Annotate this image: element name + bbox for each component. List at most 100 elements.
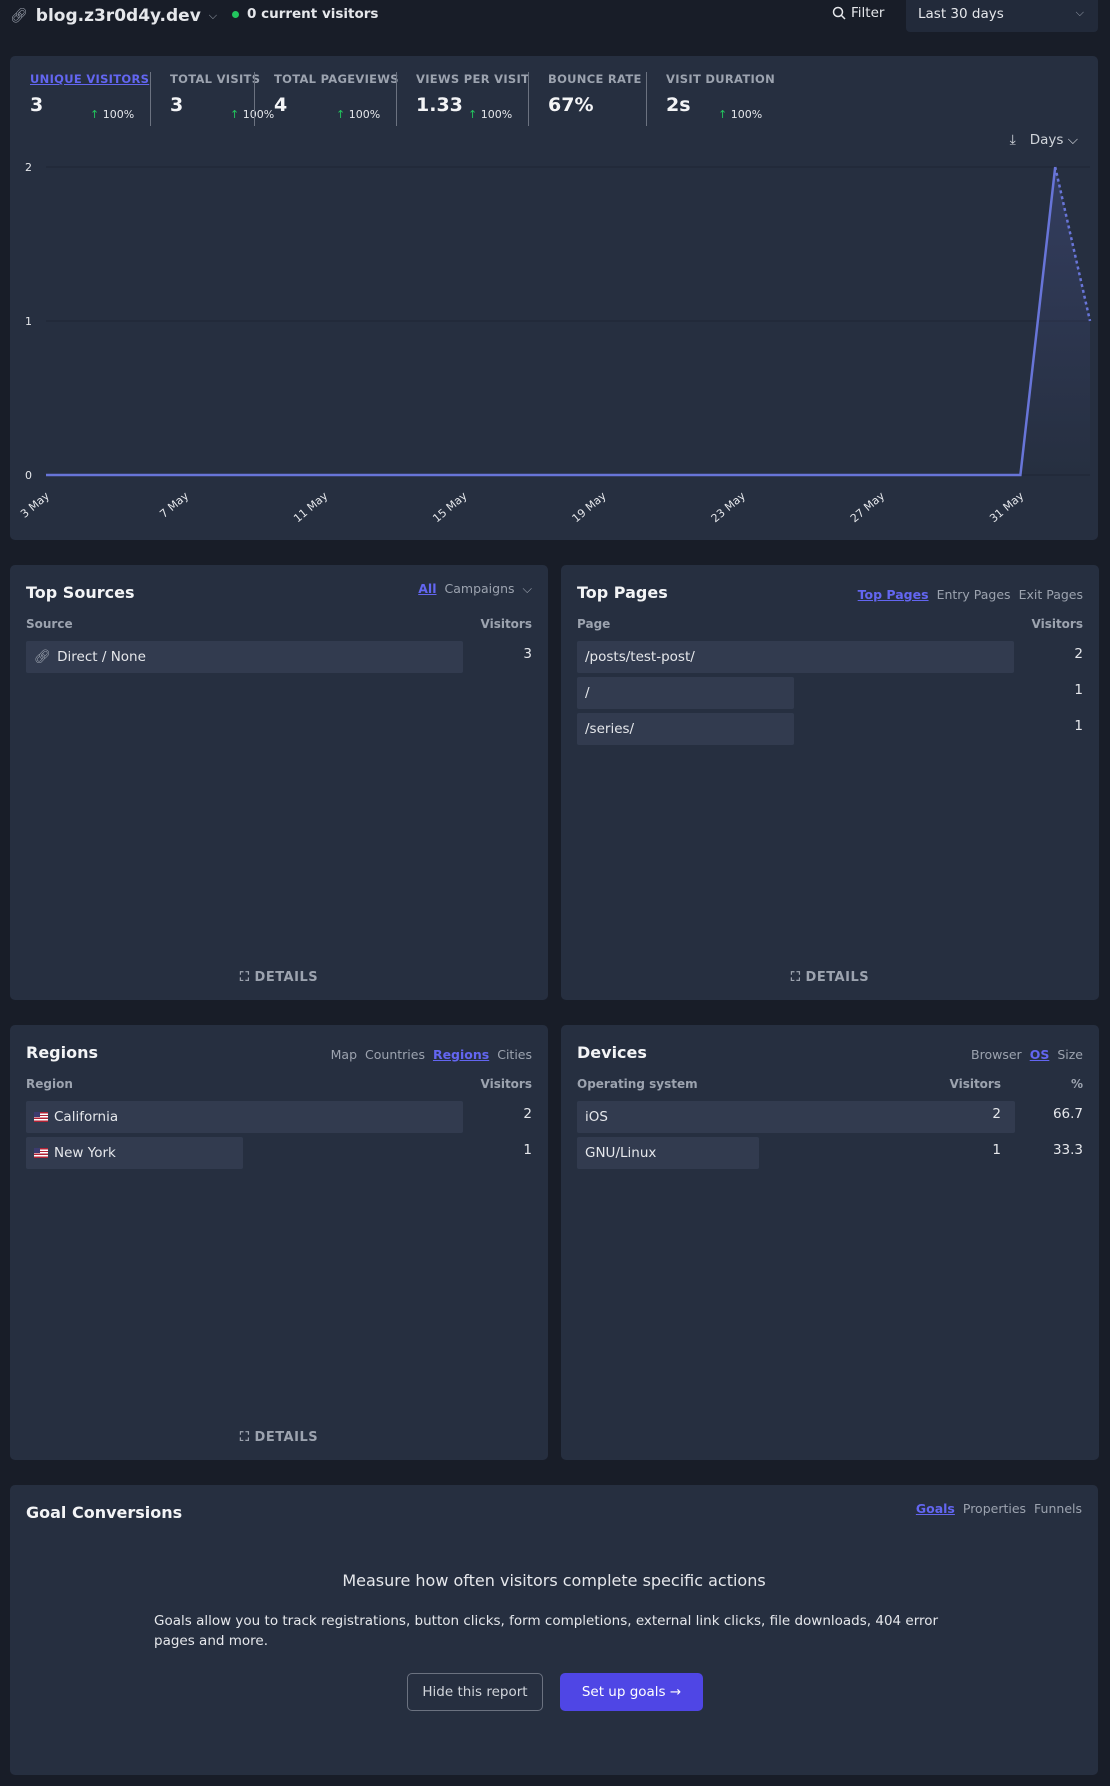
row-label: California	[34, 1109, 118, 1125]
tab-entry-pages[interactable]: Entry Pages	[937, 587, 1011, 602]
list-item[interactable]: /posts/test-post/2	[577, 641, 1083, 673]
list-item[interactable]: 🔗︎ Direct / None 3	[26, 641, 532, 673]
row-label: New York	[34, 1145, 116, 1161]
row-visitors: 2	[523, 1106, 532, 1122]
period-value: Last 30 days	[918, 6, 1004, 22]
details-button[interactable]: ⛶ DETAILS	[10, 970, 548, 985]
x-tick-label: 31 May	[987, 489, 1027, 525]
x-tick-label: 15 May	[430, 489, 470, 525]
arrow-right-icon: →	[669, 1684, 682, 1700]
filter-label: Filter	[851, 5, 885, 21]
y-tick-label: 2	[25, 161, 32, 174]
hide-report-label: Hide this report	[422, 1684, 528, 1700]
panel-title: Top Pages	[577, 583, 668, 602]
column-header: Source	[26, 617, 73, 631]
chevron-down-icon: ⌵	[208, 9, 218, 22]
list-item[interactable]: New York 1	[26, 1137, 532, 1169]
details-label: DETAILS	[805, 970, 870, 985]
link-icon: 🔗︎	[10, 8, 28, 24]
x-tick-label: 19 May	[570, 489, 610, 525]
row-label-text: /	[585, 685, 590, 701]
column-header: Page	[577, 617, 611, 631]
row-label: 🔗︎ Direct / None	[34, 649, 146, 665]
x-tick-label: 7 May	[157, 489, 191, 521]
goals-heading: Measure how often visitors complete spec…	[342, 1571, 766, 1590]
tab-regions[interactable]: Regions	[433, 1047, 489, 1062]
row-label: /posts/test-post/	[585, 649, 695, 665]
panel-tabs: All Campaigns ⌵	[418, 581, 532, 597]
tab-map[interactable]: Map	[331, 1047, 357, 1062]
period-select[interactable]: Last 30 days ⌵	[906, 0, 1098, 32]
site-switcher[interactable]: 🔗︎ blog.z3r0d4y.dev ⌵	[10, 4, 217, 28]
setup-goals-label: Set up goals	[581, 1684, 666, 1700]
value-bar	[577, 677, 794, 709]
list-item[interactable]: iOS 2 66.7	[577, 1101, 1083, 1133]
setup-goals-button[interactable]: Set up goals →	[560, 1673, 703, 1711]
tab-top-pages[interactable]: Top Pages	[858, 587, 929, 602]
chevron-down-icon: ⌵	[1075, 6, 1084, 19]
details-button[interactable]: ⛶ DETAILS	[10, 1430, 548, 1445]
tab-browser[interactable]: Browser	[971, 1047, 1022, 1062]
row-label: iOS	[585, 1109, 608, 1125]
tab-exit-pages[interactable]: Exit Pages	[1019, 587, 1083, 602]
x-tick-label: 23 May	[709, 489, 749, 525]
tab-campaigns[interactable]: Campaigns	[445, 581, 515, 597]
row-visitors: 1	[1074, 682, 1083, 698]
expand-icon: ⛶	[239, 1430, 255, 1445]
y-tick-label: 0	[25, 469, 32, 482]
devices-panel: Devices Browser OS Size Operating system Visi…	[561, 1025, 1099, 1460]
tab-cities[interactable]: Cities	[497, 1047, 532, 1062]
us-flag-icon	[34, 1112, 48, 1122]
panel-title: Goal Conversions	[26, 1503, 183, 1522]
details-button[interactable]: ⛶ DETAILS	[561, 970, 1099, 985]
column-header: Visitors	[480, 617, 533, 631]
row-label-text: /posts/test-post/	[585, 649, 695, 665]
column-header: Visitors	[949, 1077, 1002, 1091]
goals-description: Goals allow you to track registrations, …	[154, 1613, 939, 1649]
filter-button[interactable]: Filter	[832, 5, 884, 21]
list-item[interactable]: /series/1	[577, 713, 1083, 745]
live-dot-icon	[232, 10, 239, 18]
link-icon: 🔗︎	[34, 649, 52, 665]
hide-report-button[interactable]: Hide this report	[407, 1673, 543, 1711]
column-header: Region	[26, 1077, 73, 1091]
column-header: Visitors	[1031, 617, 1084, 631]
list-item[interactable]: California 2	[26, 1101, 532, 1133]
details-label: DETAILS	[254, 970, 319, 985]
row-visitors: 2	[992, 1106, 1001, 1122]
row-percent: 66.7	[1052, 1106, 1083, 1122]
expand-icon: ⛶	[790, 970, 806, 985]
us-flag-icon	[34, 1148, 48, 1158]
row-visitors: 1	[992, 1142, 1001, 1158]
column-header: Visitors	[480, 1077, 533, 1091]
panel-title: Regions	[26, 1043, 99, 1062]
tab-funnels[interactable]: Funnels	[1034, 1501, 1082, 1516]
list-item[interactable]: /1	[577, 677, 1083, 709]
sources-panel: Top Sources All Campaigns ⌵ Source Visitors 🔗︎…	[10, 565, 548, 1000]
row-visitors: 3	[523, 646, 532, 662]
row-percent: 33.3	[1052, 1142, 1083, 1158]
tab-goals[interactable]: Goals	[916, 1501, 955, 1516]
search-icon	[832, 6, 846, 20]
row-label-text: California	[54, 1109, 119, 1125]
tab-all[interactable]: All	[418, 581, 436, 597]
value-bar	[577, 1101, 1015, 1133]
panel-title: Devices	[577, 1043, 647, 1062]
row-label: /series/	[585, 721, 634, 737]
x-tick-label: 11 May	[291, 489, 331, 525]
current-visitors-label: 0 current visitors	[247, 6, 379, 22]
row-label: /	[585, 685, 590, 701]
row-visitors: 2	[1074, 646, 1083, 662]
main-graph-panel: UNIQUE VISITORS 3 ↑ 100% TOTAL VISITS 3 ↑ 100…	[10, 56, 1098, 540]
tab-os[interactable]: OS	[1030, 1047, 1050, 1062]
current-visitors[interactable]: 0 current visitors	[232, 6, 378, 22]
row-visitors: 1	[1074, 718, 1083, 734]
row-label-text: Direct / None	[57, 649, 146, 665]
list-item[interactable]: GNU/Linux 1 33.3	[577, 1137, 1083, 1169]
tab-properties[interactable]: Properties	[963, 1501, 1026, 1516]
tab-countries[interactable]: Countries	[365, 1047, 425, 1062]
site-name: blog.z3r0d4y.dev	[35, 6, 201, 26]
tab-size[interactable]: Size	[1057, 1047, 1083, 1062]
row-label-text: New York	[54, 1145, 116, 1161]
y-tick-label: 1	[25, 315, 32, 328]
